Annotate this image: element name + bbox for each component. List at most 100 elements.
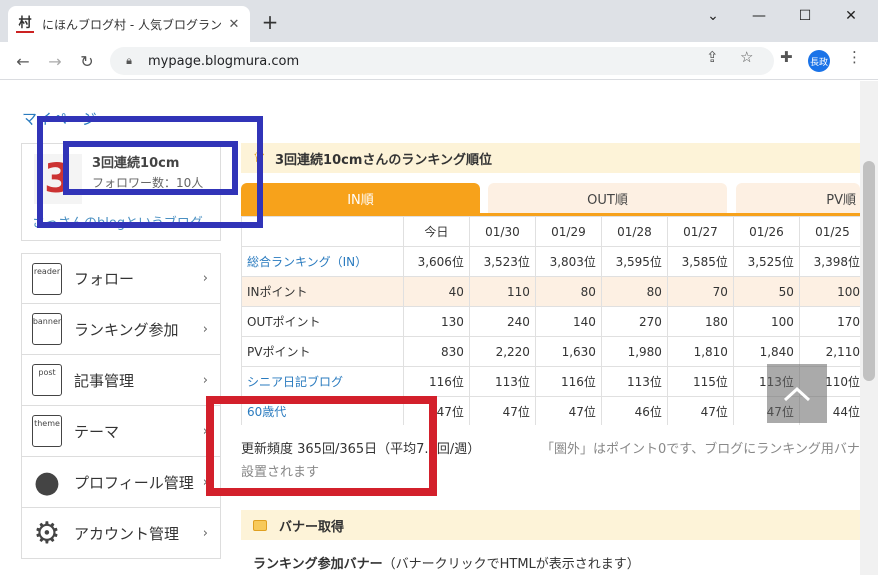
table-cell: 3,398位 (798, 246, 860, 277)
sidebar-item-label: プロフィール管理 (74, 473, 194, 492)
sidebar-item-theme[interactable]: theme テーマ › (21, 406, 221, 457)
annotation-red-box (206, 396, 437, 496)
gear-icon: ⚙ (32, 515, 62, 551)
scrollbar-thumb[interactable] (863, 161, 875, 381)
banner-icon: banner (32, 313, 62, 345)
page-scrollbar[interactable] (860, 81, 878, 575)
post-icon: post (32, 364, 62, 396)
theme-icon: theme (32, 415, 62, 447)
chevron-up-icon (783, 386, 811, 401)
ranking-header: ♛ 3回連続10cmさんのランキング順位 (241, 143, 860, 173)
bookmark-star-icon[interactable]: ☆ (740, 48, 753, 66)
row-label: INポイント (241, 276, 404, 307)
table-cell: 180 (666, 306, 734, 337)
address-bar[interactable]: 🔒︎ mypage.blogmura.com (110, 47, 774, 75)
minimize-button[interactable]: — (736, 0, 782, 32)
tab-close-icon[interactable]: ✕ (226, 17, 242, 32)
sidebar-item-posts[interactable]: post 記事管理 › (21, 355, 221, 406)
sidebar-item-label: ランキング参加 (74, 320, 179, 339)
table-cell: 1,840 (732, 336, 800, 367)
table-cell: 116位 (402, 366, 470, 397)
table-cell: 40 (402, 276, 470, 307)
banner-subtitle: ランキング参加バナー（バナークリックでHTMLが表示されます） (253, 553, 640, 572)
table-cell: 3,523位 (468, 246, 536, 277)
table-cell: 1,810 (666, 336, 734, 367)
row-label[interactable]: 総合ランキング（IN） (241, 246, 404, 277)
column-header: 01/29 (534, 216, 602, 247)
table-cell: 130 (402, 306, 470, 337)
sidebar-item-account[interactable]: ⚙ アカウント管理 › (21, 508, 221, 559)
ranking-note: 「圏外」はポイント0です、ブログにランキング用バナーを (541, 442, 860, 457)
table-cell: 270 (600, 306, 668, 337)
table-cell: 100 (798, 276, 860, 307)
browser-tab[interactable]: 村 にほんブログ村 - 人気ブログランキング ✕ (8, 6, 250, 42)
forward-button[interactable]: → (44, 50, 66, 72)
table-row: 総合ランキング（IN） 3,606位 3,523位 3,803位 3,595位 3,585… (241, 246, 860, 277)
banner-section-header: バナー取得 (241, 510, 860, 540)
sidebar-item-follow[interactable]: reader フォロー › (21, 253, 221, 304)
new-tab-button[interactable]: + (258, 12, 282, 32)
table-cell: 115位 (666, 366, 734, 397)
scroll-to-top-button[interactable] (767, 364, 827, 423)
browser-toolbar: ← → ↻ 🔒︎ mypage.blogmura.com ⇪ ☆ ✚ 長政 ⋮ (0, 42, 878, 80)
table-cell: 80 (600, 276, 668, 307)
column-header: 01/27 (666, 216, 734, 247)
image-icon (253, 519, 267, 531)
column-header: 今日 (402, 216, 470, 247)
sidebar-nav: reader フォロー › banner ランキング参加 › post 記事管理… (21, 253, 221, 559)
chevron-right-icon: › (202, 271, 208, 286)
sidebar-item-ranking-join[interactable]: banner ランキング参加 › (21, 304, 221, 355)
browser-tab-strip: 村 にほんブログ村 - 人気ブログランキング ✕ + ⌄ — ☐ ✕ (0, 0, 878, 42)
site-favicon-icon: 村 (16, 15, 34, 33)
share-icon[interactable]: ⇪ (706, 48, 719, 66)
close-window-button[interactable]: ✕ (828, 0, 874, 32)
table-cell: 830 (402, 336, 470, 367)
banner-sub-bold: ランキング参加バナー (253, 557, 383, 572)
table-cell: 3,606位 (402, 246, 470, 277)
tab-pv[interactable]: PV順 (736, 183, 860, 214)
row-label[interactable]: シニア日記ブログ (241, 366, 404, 397)
lock-icon[interactable]: 🔒︎ (122, 54, 136, 68)
back-button[interactable]: ← (12, 50, 34, 72)
ranking-tabs: IN順 OUT順 PV順 (241, 183, 860, 214)
tab-in[interactable]: IN順 (241, 183, 480, 214)
table-cell: 140 (534, 306, 602, 337)
maximize-button[interactable]: ☐ (782, 0, 828, 32)
reader-icon: reader (32, 262, 62, 295)
table-cell: 80 (534, 276, 602, 307)
table-cell: 1,630 (534, 336, 602, 367)
sidebar-item-label: アカウント管理 (74, 524, 180, 543)
profile-avatar[interactable]: 長政 (808, 50, 830, 72)
column-header: 01/28 (600, 216, 668, 247)
column-header: 01/25 (798, 216, 860, 247)
ranking-title: 3回連続10cmさんのランキング順位 (275, 152, 492, 168)
tab-out[interactable]: OUT順 (488, 183, 727, 214)
reload-button[interactable]: ↻ (76, 50, 98, 72)
url-text: mypage.blogmura.com (148, 53, 300, 69)
table-cell: 240 (468, 306, 536, 337)
chrome-menu-icon[interactable]: ⋮ (847, 48, 862, 66)
row-label: PVポイント (241, 336, 404, 367)
table-row: PVポイント 830 2,220 1,630 1,980 1,810 1,840 2,110 (241, 336, 860, 367)
column-header (241, 216, 404, 247)
column-header: 01/26 (732, 216, 800, 247)
table-cell: 47位 (666, 396, 734, 425)
sidebar-item-label: テーマ (74, 422, 120, 441)
table-cell: 3,585位 (666, 246, 734, 277)
annotation-blue-inner-box (63, 141, 238, 195)
person-icon: ● (32, 464, 62, 500)
table-cell: 1,980 (600, 336, 668, 367)
table-cell: 50 (732, 276, 800, 307)
chevron-right-icon: › (202, 372, 208, 388)
table-cell: 3,595位 (600, 246, 668, 277)
sidebar-item-profile[interactable]: ● プロフィール管理 › (21, 457, 221, 508)
banner-title: バナー取得 (279, 519, 345, 535)
table-cell: 100 (732, 306, 800, 337)
table-cell: 70 (666, 276, 734, 307)
chevron-right-icon: › (202, 525, 208, 541)
tab-search-chevron-icon[interactable]: ⌄ (690, 0, 736, 32)
table-cell: 113位 (600, 366, 668, 397)
extensions-puzzle-icon[interactable]: ✚ (780, 48, 793, 66)
table-cell: 3,803位 (534, 246, 602, 277)
table-cell: 170 (798, 306, 860, 337)
